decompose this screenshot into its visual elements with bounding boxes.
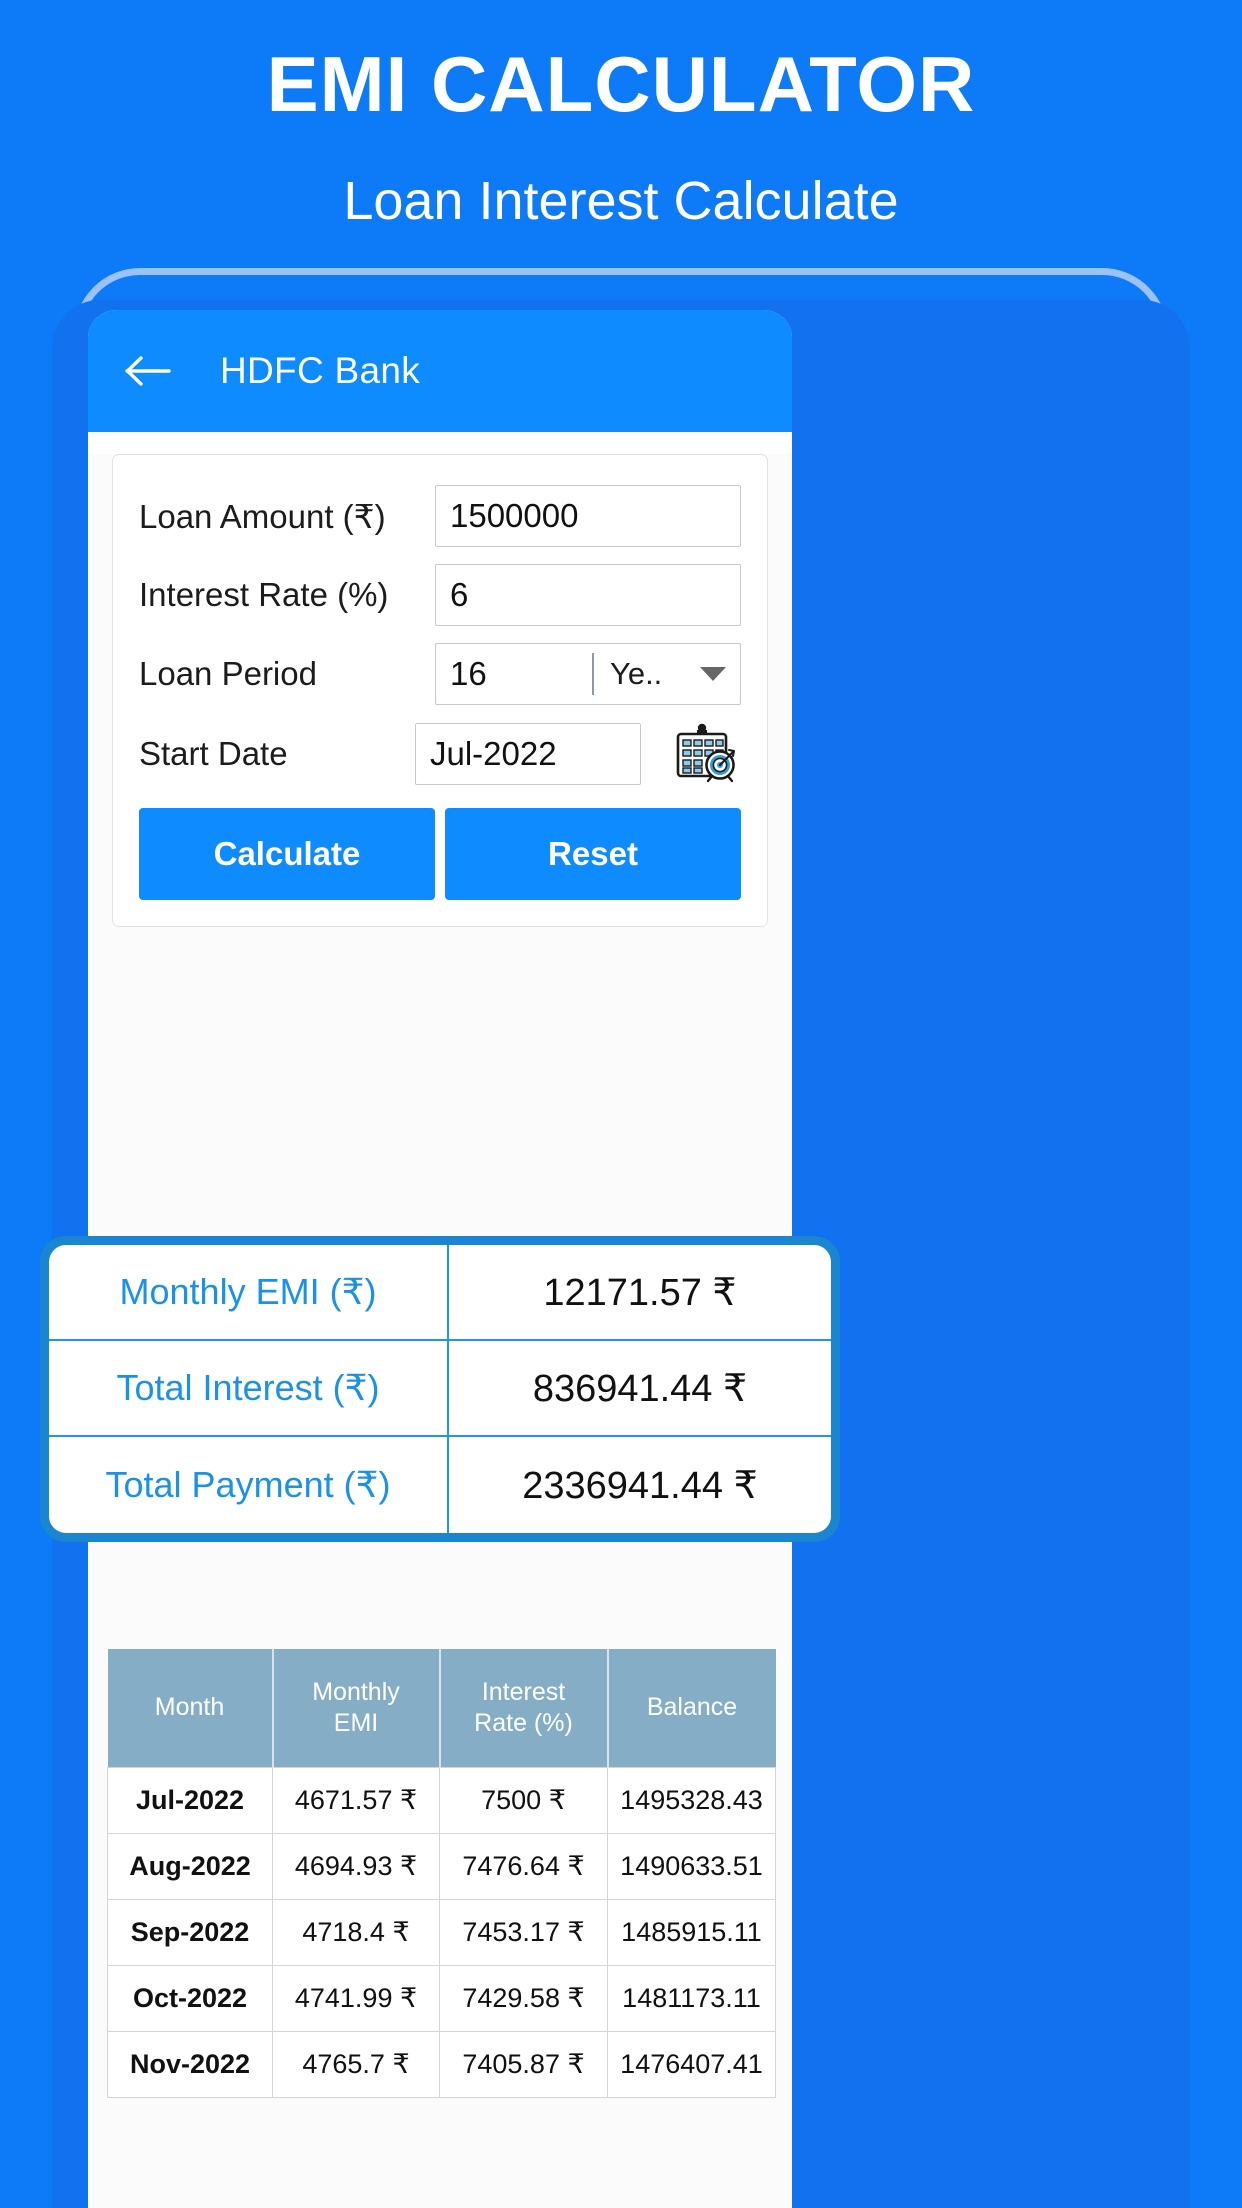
loan-input-card: Loan Amount (₹) 1500000 Interest Rate (%… — [112, 454, 768, 927]
loan-period-input[interactable]: 16 — [436, 644, 592, 704]
result-label-total-payment: Total Payment (₹) — [49, 1437, 449, 1533]
table-row: Oct-2022 4741.99 ₹ 7429.58 ₹ 1481173.11 — [107, 1964, 776, 2032]
result-label-monthly-emi: Monthly EMI (₹) — [49, 1245, 449, 1339]
interest-rate-input[interactable]: 6 — [435, 564, 741, 626]
table-row: Jul-2022 4671.57 ₹ 7500 ₹ 1495328.43 — [107, 1766, 776, 1834]
interest-rate-label: Interest Rate (%) — [139, 576, 389, 613]
interest-rate-row: Interest Rate (%) 6 — [139, 564, 741, 626]
table-row: Aug-2022 4694.93 ₹ 7476.64 ₹ 1490633.51 — [107, 1832, 776, 1900]
result-row-total-interest: Total Interest (₹) 836941.44 ₹ — [49, 1341, 831, 1437]
results-summary-callout: Monthly EMI (₹) 12171.57 ₹ Total Interes… — [40, 1236, 840, 1542]
cell-interest: 7429.58 ₹ — [439, 1964, 608, 2032]
loan-period-unit-label: Ye.. — [610, 656, 663, 691]
cell-balance: 1490633.51 — [607, 1832, 776, 1900]
cell-interest: 7500 ₹ — [439, 1766, 608, 1834]
column-header-balance: Balance — [607, 1649, 776, 1767]
result-value-monthly-emi: 12171.57 ₹ — [543, 1271, 737, 1314]
cell-emi: 4741.99 ₹ — [272, 1964, 440, 2032]
result-row-total-payment: Total Payment (₹) 2336941.44 ₹ — [49, 1437, 831, 1533]
loan-period-row: Loan Period 16 Ye.. — [139, 643, 741, 705]
cell-emi: 4765.7 ₹ — [272, 2030, 440, 2098]
loan-period-field-group: 16 Ye.. — [435, 643, 741, 705]
calculate-button[interactable]: Calculate — [139, 808, 435, 900]
app-bar: HDFC Bank — [88, 310, 792, 432]
cell-month: Nov-2022 — [107, 2030, 273, 2098]
column-header-interest-rate: Interest Rate (%) — [439, 1649, 609, 1767]
table-header-row: Month Monthly EMI Interest Rate (%) Balanc… — [107, 1649, 776, 1767]
cell-interest: 7405.87 ₹ — [439, 2030, 608, 2098]
table-row: Sep-2022 4718.4 ₹ 7453.17 ₹ 1485915.11 — [107, 1898, 776, 1966]
cell-emi: 4671.57 ₹ — [272, 1766, 440, 1834]
promo-title: EMI CALCULATOR — [266, 40, 976, 128]
result-value-total-payment: 2336941.44 ₹ — [522, 1464, 758, 1507]
amortization-table-body: Jul-2022 4671.57 ₹ 7500 ₹ 1495328.43 Aug… — [107, 1766, 776, 2098]
start-date-label: Start Date — [139, 735, 288, 772]
promo-subtitle: Loan Interest Calculate — [343, 170, 899, 231]
promo-header: EMI CALCULATOR Loan Interest Calculate — [0, 0, 1242, 231]
cell-balance: 1495328.43 — [607, 1766, 776, 1834]
result-value-total-interest: 836941.44 ₹ — [532, 1367, 748, 1410]
loan-amount-row: Loan Amount (₹) 1500000 — [139, 485, 741, 547]
amortization-table: Month Monthly EMI Interest Rate (%) Balanc… — [107, 1649, 776, 2098]
promo-screenshot-page: EMI CALCULATOR Loan Interest Calculate H… — [0, 0, 1242, 2208]
start-date-input[interactable]: Jul-2022 — [415, 723, 641, 785]
reset-button[interactable]: Reset — [445, 808, 741, 900]
loan-period-label: Loan Period — [139, 655, 317, 692]
app-bar-title: HDFC Bank — [220, 350, 421, 391]
cell-interest: 7453.17 ₹ — [439, 1898, 608, 1966]
amortization-table-wrapper: Month Monthly EMI Interest Rate (%) Balanc… — [107, 1649, 776, 2098]
cell-month: Oct-2022 — [107, 1964, 273, 2032]
cell-balance: 1481173.11 — [607, 1964, 776, 2032]
calendar-target-icon[interactable] — [667, 722, 741, 786]
cell-balance: 1476407.41 — [607, 2030, 776, 2098]
cell-interest: 7476.64 ₹ — [439, 1832, 608, 1900]
column-header-balance-label: Balance — [646, 1693, 738, 1722]
table-row: Nov-2022 4765.7 ₹ 7405.87 ₹ 1476407.41 — [107, 2030, 776, 2098]
column-header-month-label: Month — [154, 1693, 225, 1722]
loan-amount-input[interactable]: 1500000 — [435, 485, 741, 547]
column-header-monthly-emi: Monthly EMI — [272, 1649, 441, 1767]
column-header-month: Month — [107, 1649, 274, 1767]
chevron-down-icon[interactable] — [700, 667, 726, 681]
back-arrow-icon[interactable] — [122, 345, 174, 397]
cell-emi: 4694.93 ₹ — [272, 1832, 440, 1900]
cell-month: Jul-2022 — [107, 1766, 273, 1834]
cell-balance: 1485915.11 — [607, 1898, 776, 1966]
loan-period-unit-select[interactable]: Ye.. — [594, 644, 740, 704]
result-row-monthly-emi: Monthly EMI (₹) 12171.57 ₹ — [49, 1245, 831, 1341]
cell-month: Aug-2022 — [107, 1832, 273, 1900]
loan-amount-label: Loan Amount (₹) — [139, 497, 386, 535]
action-button-row: Calculate Reset — [139, 808, 741, 900]
result-label-total-interest: Total Interest (₹) — [49, 1341, 449, 1435]
cell-month: Sep-2022 — [107, 1898, 273, 1966]
start-date-row: Start Date Jul-2022 — [139, 722, 741, 786]
cell-emi: 4718.4 ₹ — [272, 1898, 440, 1966]
